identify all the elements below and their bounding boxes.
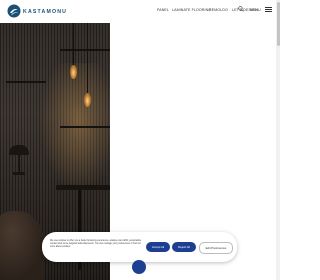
pendant-lamp <box>84 93 91 107</box>
hamburger-menu-icon[interactable] <box>265 7 272 12</box>
site-header: KASTAMONU PANEL LAMINATE FLOORING REMOLD… <box>0 0 280 23</box>
cookie-consent-text: We use cookies to offer you a better bro… <box>50 240 142 248</box>
brand-logo-text[interactable]: KASTAMONU <box>23 9 67 15</box>
pendant-cord <box>87 23 88 93</box>
pendant-cord <box>73 23 74 65</box>
nav-link-laminate-flooring[interactable]: LAMINATE FLOORING <box>172 8 211 12</box>
reject-all-button[interactable]: Reject All <box>172 242 196 252</box>
cookie-consent-banner: We use cookies to offer you a better bro… <box>42 232 237 262</box>
nav-link-remoldo[interactable]: REMOLDO <box>209 8 228 12</box>
menu-label[interactable]: MENU <box>250 8 261 12</box>
scrollbar-thumb[interactable] <box>276 2 280 46</box>
accept-all-button[interactable]: Accept All <box>146 242 170 252</box>
table-lamp-base <box>13 172 25 175</box>
side-table-top <box>56 185 110 190</box>
table-lamp-shade <box>9 145 29 155</box>
wall-shelf <box>6 81 46 83</box>
edit-preferences-button[interactable]: Edit Preferences <box>199 242 233 254</box>
nav-link-panel[interactable]: PANEL <box>157 8 169 12</box>
kastamonu-logo-icon[interactable] <box>7 4 21 18</box>
floating-action-button[interactable] <box>132 260 146 274</box>
wall-shelf <box>60 49 110 51</box>
search-icon[interactable] <box>238 6 244 12</box>
lamp-glow <box>40 63 110 193</box>
pendant-lamp <box>70 65 77 79</box>
table-lamp-stem <box>18 155 20 173</box>
wall-shelf <box>60 126 110 128</box>
